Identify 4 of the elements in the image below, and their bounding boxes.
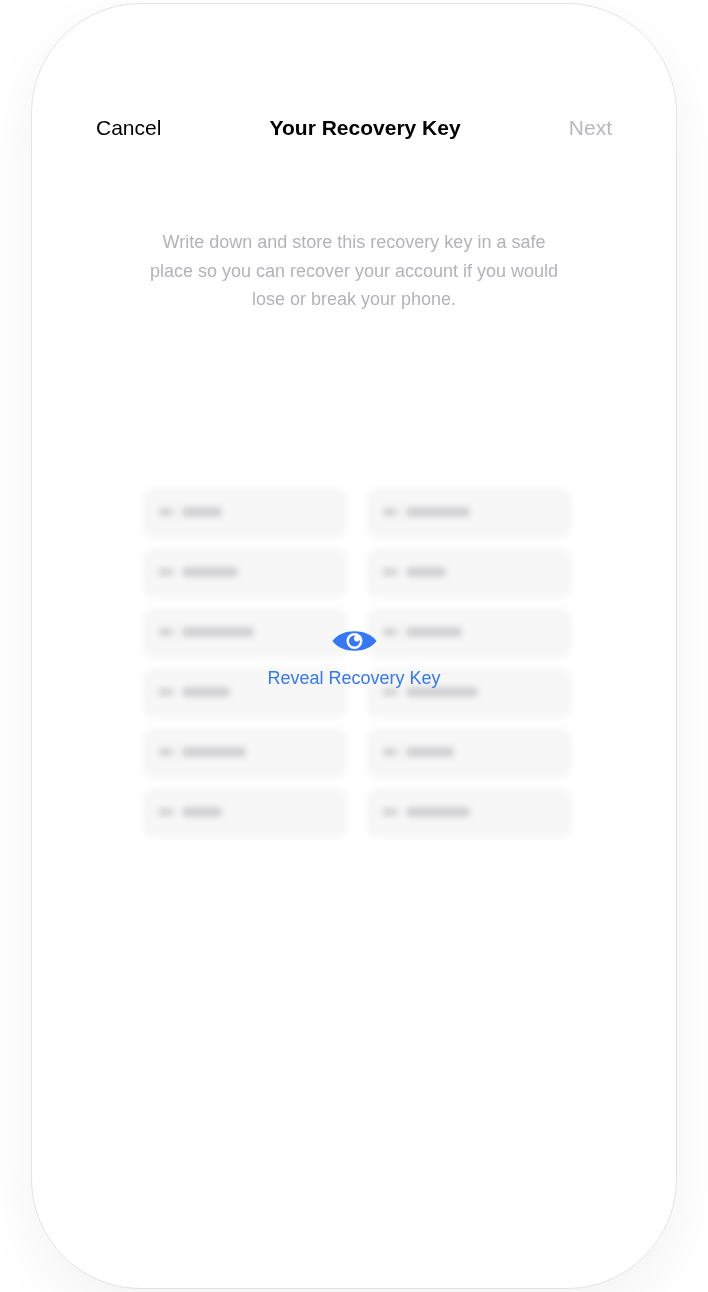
cancel-button[interactable]: Cancel: [96, 116, 162, 140]
description-text: Write down and store this recovery key in a safe place so you can recover your account if you would lose or break your phone.: [148, 231, 560, 311]
screen-title: Your Recovery Key: [269, 116, 461, 140]
reveal-recovery-key-button[interactable]: Reveal Recovery Key: [267, 625, 441, 689]
